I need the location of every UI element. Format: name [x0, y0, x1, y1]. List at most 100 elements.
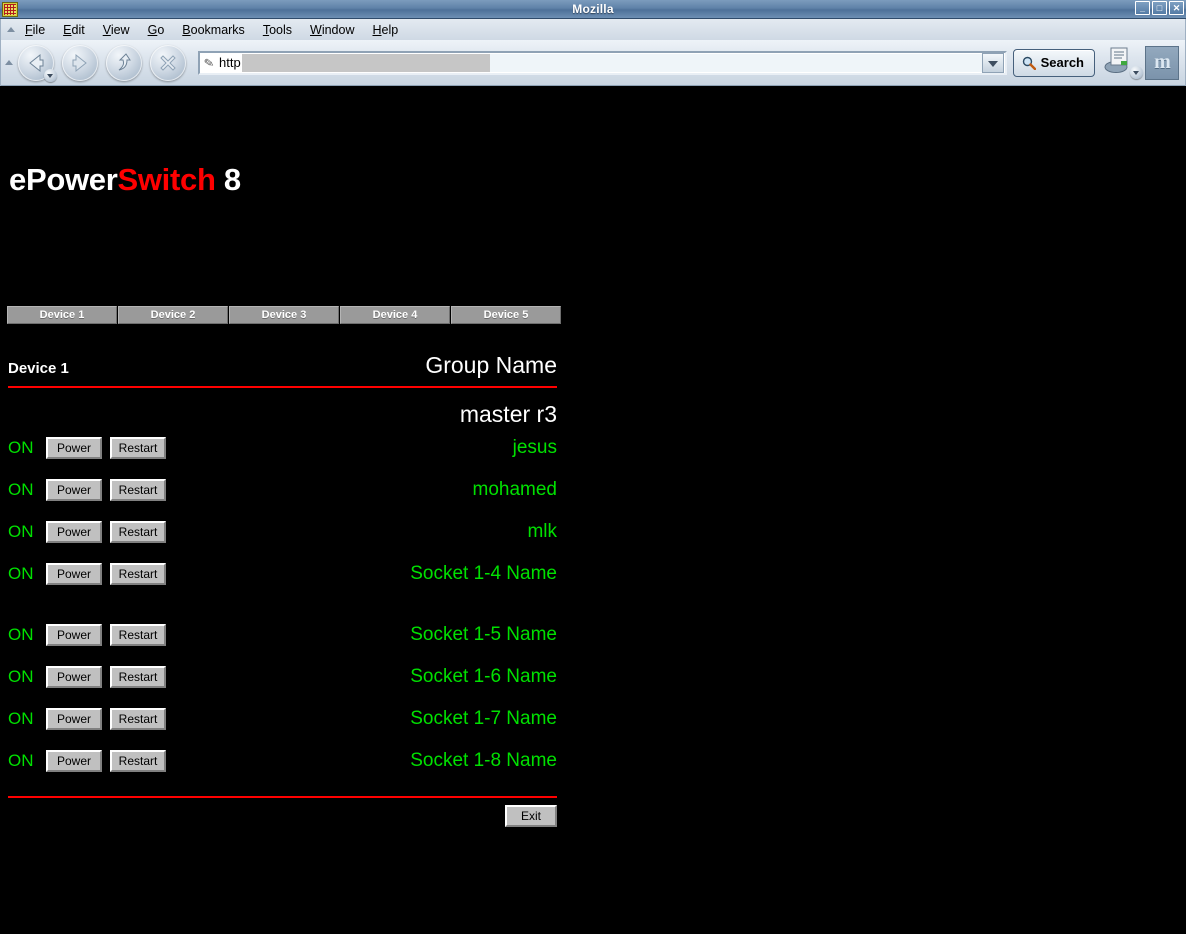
menu-item-window[interactable]: Window	[301, 21, 363, 39]
power-button[interactable]: Power	[46, 666, 102, 688]
socket-state: ON	[8, 564, 46, 584]
minimize-button[interactable]: _	[1135, 1, 1150, 15]
power-button[interactable]: Power	[46, 479, 102, 501]
search-button-label: Search	[1041, 55, 1084, 70]
navigation-toolbar: ✎ http Search	[1, 40, 1185, 86]
restart-button[interactable]: Restart	[110, 666, 166, 688]
browser-window: Mozilla _ □ ✕ File Edit View Go Bookmark…	[0, 0, 1186, 934]
brand-letter: m	[1154, 51, 1170, 74]
menu-item-tools[interactable]: Tools	[254, 21, 301, 39]
power-button[interactable]: Power	[46, 708, 102, 730]
socket-name: Socket 1-8 Name	[174, 750, 557, 772]
reload-button[interactable]	[106, 45, 142, 81]
menu-item-edit[interactable]: Edit	[54, 21, 94, 39]
browser-chrome: File Edit View Go Bookmarks Tools Window…	[0, 19, 1186, 86]
page-title: ePowerSwitch 8	[9, 162, 241, 198]
menu-bar: File Edit View Go Bookmarks Tools Window…	[1, 19, 1185, 40]
back-history-dropdown[interactable]	[44, 69, 57, 82]
stop-button[interactable]	[150, 45, 186, 81]
window-controls: _ □ ✕	[1135, 1, 1184, 15]
forward-arrow-icon	[62, 45, 98, 81]
socket-state: ON	[8, 522, 46, 542]
close-button[interactable]: ✕	[1169, 1, 1184, 15]
restart-button[interactable]: Restart	[110, 437, 166, 459]
socket-name: mohamed	[174, 479, 557, 501]
tab-device-3[interactable]: Device 3	[229, 306, 339, 324]
tab-device-2[interactable]: Device 2	[118, 306, 228, 324]
power-button[interactable]: Power	[46, 624, 102, 646]
restart-button[interactable]: Restart	[110, 563, 166, 585]
table-row: ON Power Restart jesus	[8, 427, 557, 469]
table-row: ON Power Restart Socket 1-7 Name	[8, 698, 557, 740]
power-button[interactable]: Power	[46, 563, 102, 585]
print-button[interactable]	[1103, 45, 1143, 81]
section-header: Device 1 Group Name	[8, 352, 557, 379]
menubar-grippy[interactable]	[5, 19, 16, 40]
socket-state: ON	[8, 751, 46, 771]
url-bar[interactable]: ✎ http	[198, 51, 1007, 75]
url-empty-area[interactable]	[490, 54, 982, 72]
exit-row: Exit	[8, 805, 557, 827]
socket-name: jesus	[174, 437, 557, 459]
socket-state: ON	[8, 438, 46, 458]
table-row: ON Power Restart Socket 1-5 Name	[8, 614, 557, 656]
table-row: ON Power Restart Socket 1-8 Name	[8, 740, 557, 782]
menu-item-go[interactable]: Go	[139, 21, 174, 39]
group-name-label: Group Name	[425, 352, 557, 379]
divider-bottom	[8, 796, 557, 798]
restart-button[interactable]: Restart	[110, 521, 166, 543]
menu-item-file[interactable]: File	[16, 21, 54, 39]
reload-icon	[106, 45, 142, 81]
stop-icon	[150, 45, 186, 81]
divider-top	[8, 386, 557, 388]
print-dropdown[interactable]	[1130, 66, 1143, 79]
back-button[interactable]	[18, 45, 54, 81]
url-dropdown-button[interactable]	[982, 53, 1004, 73]
restart-button[interactable]: Restart	[110, 750, 166, 772]
device-tabs: Device 1 Device 2 Device 3 Device 4 Devi…	[7, 306, 561, 324]
socket-name: mlk	[174, 521, 557, 543]
exit-button[interactable]: Exit	[505, 805, 557, 827]
window-title: Mozilla	[0, 2, 1186, 16]
mozilla-m-icon[interactable]: m	[1145, 46, 1179, 80]
tab-device-1[interactable]: Device 1	[7, 306, 117, 324]
tab-device-4[interactable]: Device 4	[340, 306, 450, 324]
brand-part-1: ePower	[9, 162, 117, 197]
maximize-button[interactable]: □	[1152, 1, 1167, 15]
socket-state: ON	[8, 709, 46, 729]
device-label: Device 1	[8, 360, 69, 377]
menu-item-view[interactable]: View	[94, 21, 139, 39]
group-name-value: master r3	[8, 401, 557, 428]
tab-device-5[interactable]: Device 5	[451, 306, 561, 324]
socket-state: ON	[8, 625, 46, 645]
socket-name: Socket 1-7 Name	[174, 708, 557, 730]
menu-item-bookmarks[interactable]: Bookmarks	[173, 21, 254, 39]
socket-list: ON Power Restart jesus ON Power Restart …	[8, 427, 557, 782]
magnifier-icon	[1022, 56, 1036, 70]
power-button[interactable]: Power	[46, 750, 102, 772]
socket-name: Socket 1-4 Name	[174, 563, 557, 585]
brand-part-2: Switch	[117, 162, 215, 197]
socket-name: Socket 1-6 Name	[174, 666, 557, 688]
socket-state: ON	[8, 667, 46, 687]
search-button[interactable]: Search	[1013, 49, 1095, 77]
menu-item-help[interactable]: Help	[363, 21, 407, 39]
navbar-grippy[interactable]	[3, 40, 14, 85]
url-input[interactable]: http	[218, 55, 242, 70]
table-row: ON Power Restart mohamed	[8, 469, 557, 511]
power-button[interactable]: Power	[46, 521, 102, 543]
socket-state: ON	[8, 480, 46, 500]
socket-name: Socket 1-5 Name	[174, 624, 557, 646]
restart-button[interactable]: Restart	[110, 708, 166, 730]
restart-button[interactable]: Restart	[110, 479, 166, 501]
url-selection-highlight	[242, 54, 490, 72]
restart-button[interactable]: Restart	[110, 624, 166, 646]
forward-button[interactable]	[62, 45, 98, 81]
table-row: ON Power Restart Socket 1-4 Name	[8, 553, 557, 595]
table-row: ON Power Restart mlk	[8, 511, 557, 553]
power-button[interactable]: Power	[46, 437, 102, 459]
title-bar: Mozilla _ □ ✕	[0, 0, 1186, 19]
pencil-icon: ✎	[199, 54, 219, 71]
table-row: ON Power Restart Socket 1-6 Name	[8, 656, 557, 698]
brand-part-3: 8	[216, 162, 241, 197]
